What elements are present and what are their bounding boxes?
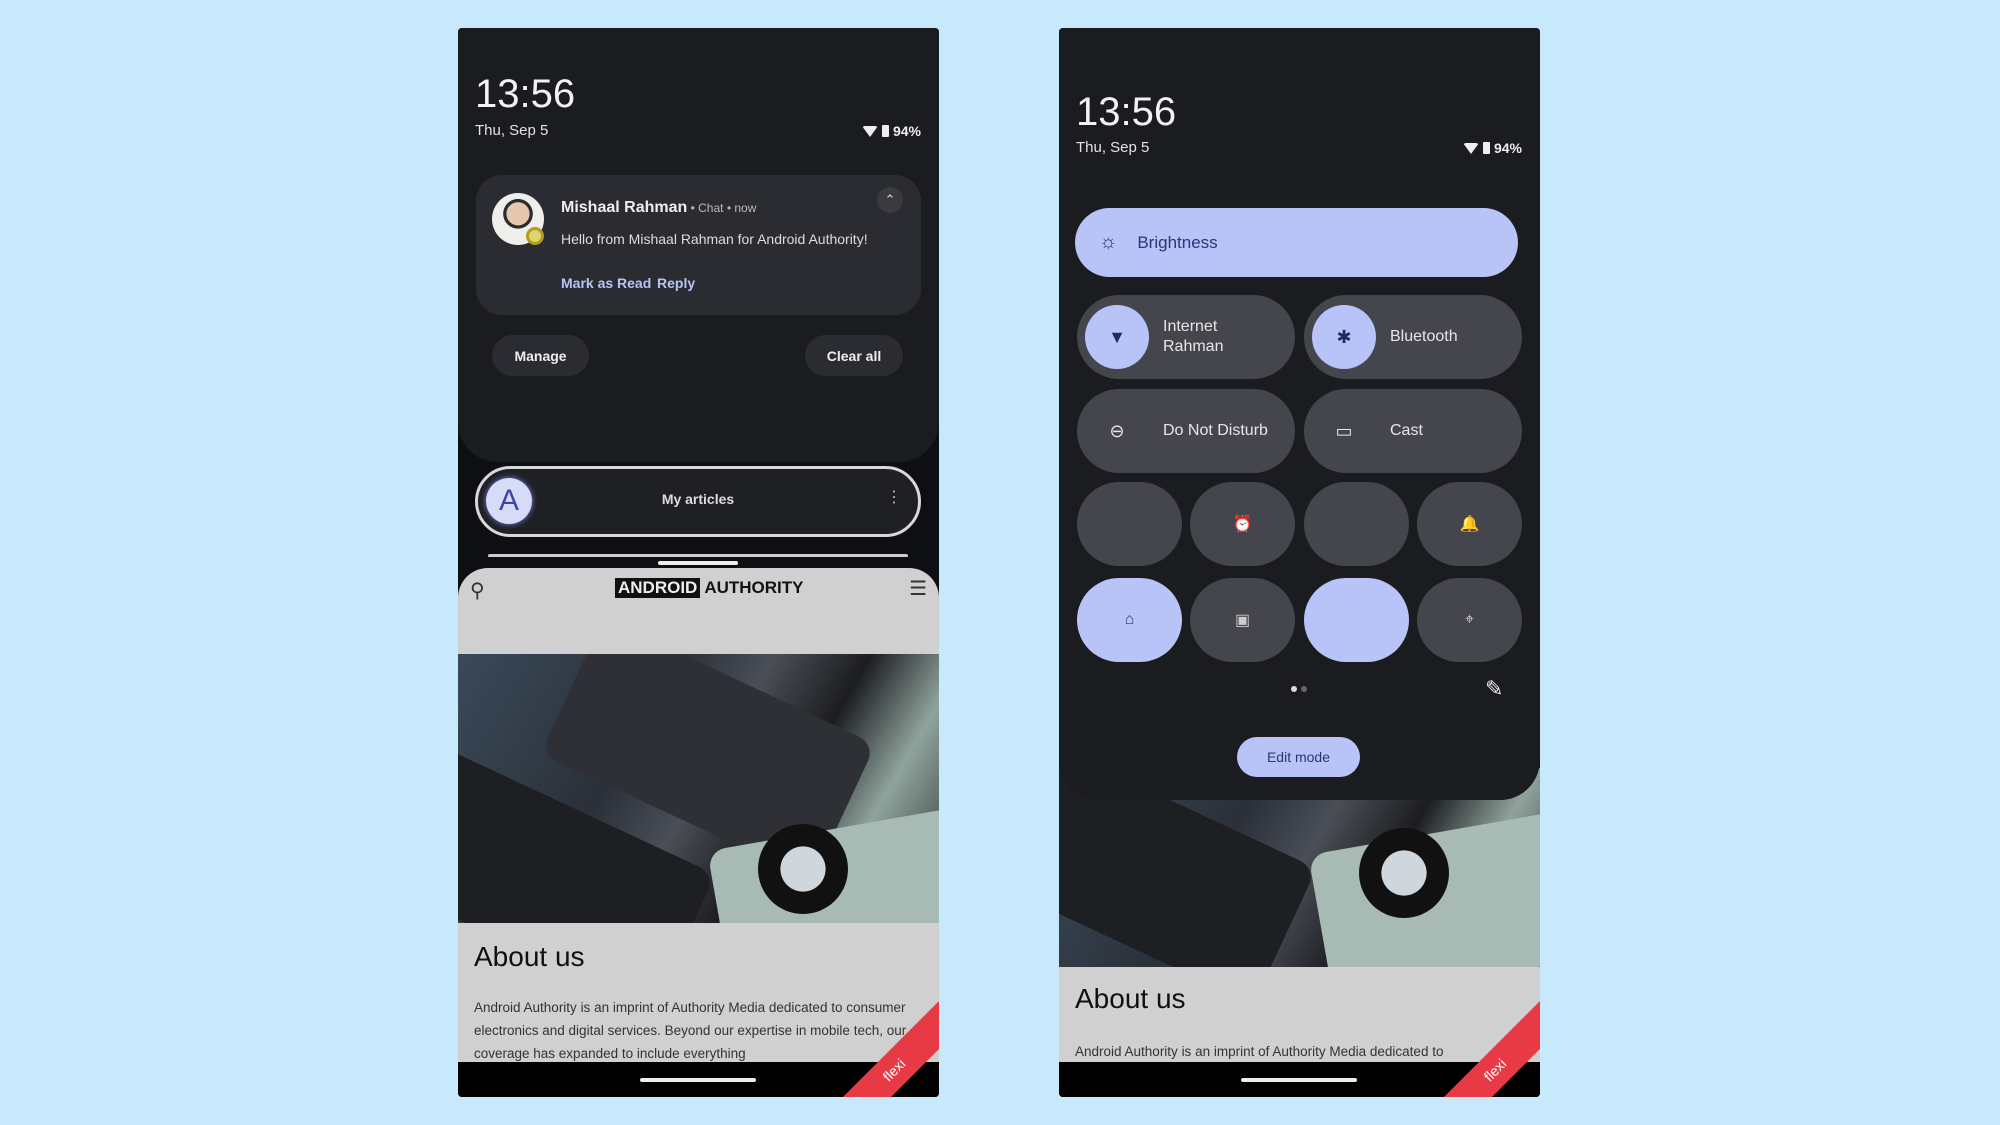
wifi-icon: ▼ (1085, 305, 1149, 369)
about-heading: About us (1075, 983, 1186, 1014)
do-not-disturb-icon: ⊖ (1109, 420, 1125, 441)
notification-header: Mishaal Rahman • Chat • now (561, 199, 756, 217)
home-icon: ⌂ (1124, 611, 1135, 628)
edit-pencil-icon[interactable]: ✎ (1485, 676, 1503, 702)
bubble-title: My articles (661, 491, 735, 507)
alarm-icon: ⏰ (1232, 516, 1253, 533)
wifi-icon (1462, 142, 1479, 154)
shade-drag-handle[interactable] (658, 561, 738, 565)
status-icons: 94% (861, 123, 921, 139)
brightness-icon: ☼ (1099, 231, 1118, 253)
menu-icon[interactable]: ☰ (909, 576, 927, 601)
bell-icon: 🔔 (1459, 516, 1480, 533)
battery-level: 94% (892, 123, 921, 139)
tile-label: Internet (1163, 318, 1218, 335)
clock: 13:56 (475, 72, 576, 116)
qr-scan-icon: ⌖ (1464, 611, 1474, 628)
about-heading: About us (474, 941, 585, 972)
tile-qr-scanner[interactable]: ⌖ (1417, 578, 1522, 662)
notification-meta: • Chat • now (687, 201, 757, 215)
tile-notification-bell[interactable]: 🔔 (1417, 482, 1522, 566)
battery-icon (881, 125, 889, 137)
search-icon[interactable]: ⚲ (470, 578, 485, 603)
cast-icon: ▭ (1335, 420, 1353, 441)
notification-card[interactable]: Mishaal Rahman • Chat • now ⌃ Hello from… (476, 175, 921, 315)
tile-internet[interactable]: ▼ Internet Rahman (1077, 295, 1295, 379)
home-gesture-bar[interactable] (1241, 1078, 1357, 1082)
tile-label: Bluetooth (1390, 328, 1458, 345)
tile-blank[interactable] (1304, 482, 1409, 566)
battery-icon (1482, 142, 1490, 154)
stacked-bubble-edge (488, 554, 908, 558)
clear-all-button[interactable]: Clear all (805, 335, 903, 376)
status-icons: 94% (1462, 140, 1522, 156)
page-dot (1301, 686, 1307, 692)
sender-name: Mishaal Rahman (561, 199, 688, 216)
battery-level: 94% (1493, 140, 1522, 156)
my-articles-bubble[interactable]: A My articles ⋮ (475, 466, 921, 537)
chat-app-icon (526, 227, 544, 245)
collapse-chevron-icon[interactable]: ⌃ (877, 187, 903, 213)
page-indicator (1291, 686, 1307, 692)
notification-message: Hello from Mishaal Rahman for Android Au… (561, 231, 868, 247)
tile-sublabel: Rahman (1163, 338, 1224, 355)
logo-part: ANDROID (615, 578, 701, 598)
reply-button[interactable]: Reply (657, 275, 695, 291)
about-paragraph: Android Authority is an imprint of Autho… (474, 1000, 907, 1061)
brightness-slider[interactable]: ☼ Brightness (1075, 208, 1518, 277)
phone-notification-shade: 13:56 Thu, Sep 5 94% Mishaal Rahman • Ch… (458, 28, 939, 1097)
manage-button[interactable]: Manage (492, 335, 589, 376)
date: Thu, Sep 5 (475, 122, 549, 139)
site-logo[interactable]: ANDROID AUTHORITY (615, 578, 804, 598)
more-options-icon[interactable]: ⋮ (886, 487, 902, 507)
wifi-icon (861, 125, 878, 137)
tile-do-not-disturb[interactable]: ⊖ Do Not Disturb (1077, 389, 1295, 473)
wallet-icon: ▣ (1234, 612, 1251, 629)
tile-bluetooth[interactable]: ✱ Bluetooth (1304, 295, 1522, 379)
bluetooth-icon: ✱ (1312, 305, 1376, 369)
tile-home[interactable]: ⌂ (1077, 578, 1182, 662)
logo-part: AUTHORITY (704, 578, 804, 597)
page-dot-active (1291, 686, 1297, 692)
phone-quick-settings: About us Android Authority is an imprint… (1059, 28, 1540, 1097)
home-gesture-bar[interactable] (640, 1078, 756, 1082)
tile-wallet[interactable]: ▣ (1190, 578, 1295, 662)
mark-as-read-button[interactable]: Mark as Read (561, 275, 651, 291)
brightness-label: Brightness (1137, 232, 1218, 252)
about-paragraph: Android Authority is an imprint of Autho… (1075, 1044, 1444, 1059)
date: Thu, Sep 5 (1076, 139, 1150, 156)
tile-alarm[interactable]: ⏰ (1190, 482, 1295, 566)
clock: 13:56 (1076, 90, 1177, 134)
tile-label: Do Not Disturb (1163, 422, 1268, 439)
tile-cast[interactable]: ▭ Cast (1304, 389, 1522, 473)
hero-image (458, 654, 939, 923)
tile-label: Cast (1390, 422, 1423, 439)
tile-blank-active[interactable] (1304, 578, 1409, 662)
tile-blank[interactable] (1077, 482, 1182, 566)
edit-mode-button[interactable]: Edit mode (1237, 737, 1360, 777)
